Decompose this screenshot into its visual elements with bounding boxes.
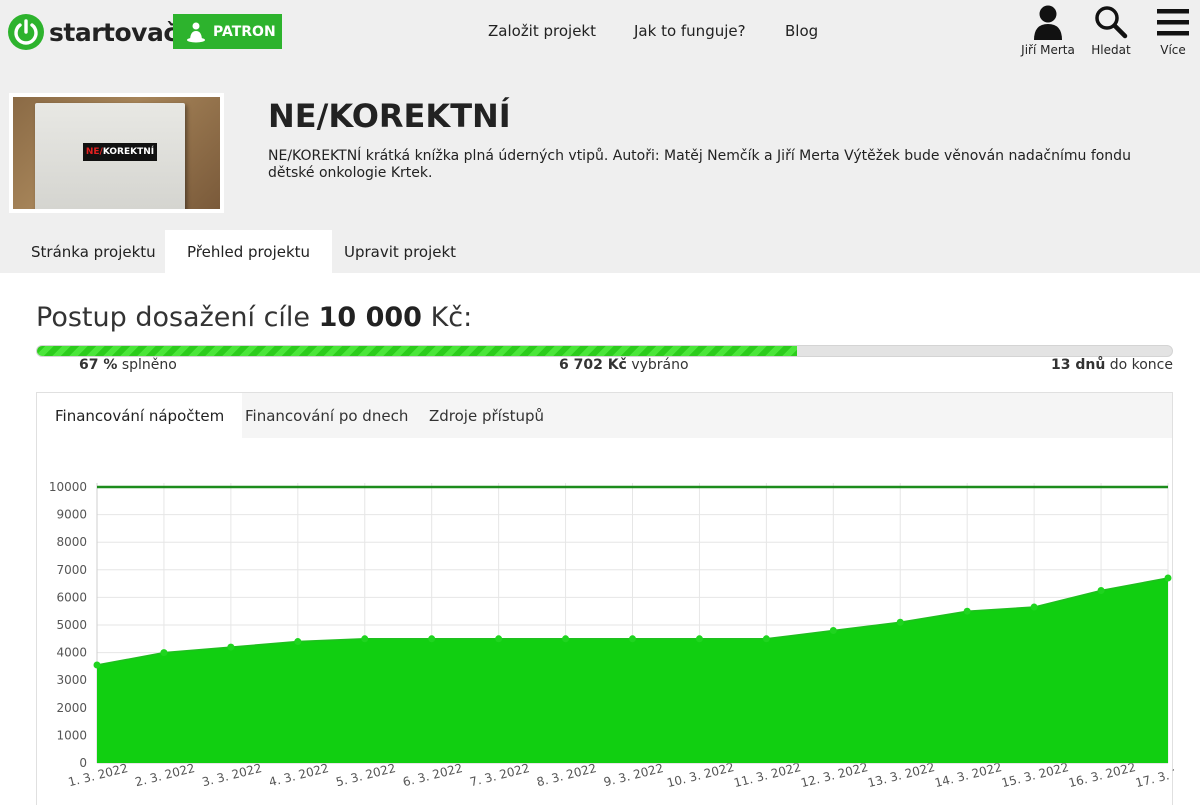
top-bar: startovač PATRON Založit projekt Jak to … [0,0,1200,65]
days-value: 13 dnů [1050,357,1106,373]
project-header: NE/KOREKTNÍ NE/KOREKTNÍ NE/KOREKTNÍ krát… [0,65,1200,230]
data-point [495,635,503,643]
x-tick-label: 7. 3. 2022 [468,761,531,789]
data-point [227,643,235,651]
search-icon [1095,6,1128,39]
brand-name: startovač [49,17,178,47]
book-label-white: KOREKTNÍ [102,147,155,157]
days-label: do konce [1109,357,1173,373]
data-point [428,635,436,643]
percent-value: 67 % [79,357,118,373]
user-menu[interactable]: Jiří Merta [1018,4,1078,57]
data-point [963,607,971,615]
x-tick-label: 11. 3. 2022 [732,760,802,790]
project-image: NE/KOREKTNÍ [13,97,220,209]
data-point [1097,587,1105,594]
progress-raised: 6 702 Kč vybráno [559,357,689,373]
y-tick-label: 4000 [56,646,87,660]
book-label: NE/KOREKTNÍ [83,143,157,161]
data-point [361,635,369,643]
user-icon [1034,5,1062,40]
x-tick-label: 14. 3. 2022 [933,760,1003,790]
funding-chart-panel: Financování nápočtem Financování po dnec… [36,392,1174,805]
data-point [629,635,636,643]
x-tick-label: 16. 3. 2022 [1067,760,1137,790]
x-tick-label: 17. 3. 2022 [1134,760,1174,790]
goal-heading: Postup dosažení cíle 10 000 Kč: [36,302,472,333]
x-tick-label: 9. 3. 2022 [602,761,665,789]
data-point [160,649,168,657]
progress-bar [36,345,1173,357]
tab-edit-project[interactable]: Upravit projekt [322,230,478,273]
book-label-red: NE/ [85,147,103,157]
power-icon [8,14,44,50]
goal-amount: 10 000 [318,302,422,333]
search-button[interactable]: Hledat [1086,4,1136,57]
raised-value: 6 702 Kč [559,357,627,373]
data-point [93,661,101,669]
hamburger-icon [1157,9,1189,36]
percent-label: splněno [121,357,177,373]
patron-button[interactable]: PATRON [173,14,282,49]
project-tabs: Stránka projektu Přehled projektu Upravi… [0,230,1200,273]
project-title: NE/KOREKTNÍ [268,97,511,135]
progress-fill [37,346,798,356]
y-tick-label: 2000 [56,701,87,715]
y-tick-label: 8000 [56,535,87,549]
patron-label: PATRON [213,23,276,40]
data-point [762,635,770,643]
more-label: Více [1160,43,1186,57]
x-tick-label: 6. 3. 2022 [401,761,464,789]
tab-project-overview[interactable]: Přehled projektu [165,230,333,273]
y-tick-label: 1000 [56,728,87,742]
nav-how-it-works[interactable]: Jak to funguje? [634,22,746,40]
x-tick-label: 2. 3. 2022 [134,761,197,789]
data-point [829,627,837,635]
user-name: Jiří Merta [1021,43,1075,57]
data-point [896,618,904,626]
y-tick-label: 9000 [56,508,87,522]
patron-icon [187,22,205,42]
x-tick-label: 4. 3. 2022 [268,761,331,789]
progress-days-left: 13 dnů do konce [1051,357,1173,373]
y-tick-label: 3000 [56,673,87,687]
data-point [562,635,570,643]
nav-blog[interactable]: Blog [785,22,818,40]
project-description: NE/KOREKTNÍ krátká knížka plná úderných … [268,148,1131,181]
book-cover: NE/KOREKTNÍ [35,103,185,209]
search-label: Hledat [1091,43,1131,57]
data-point [695,635,703,643]
y-tick-label: 0 [79,756,87,770]
progress-percent: 67 % splněno [79,357,177,373]
nav-create-project[interactable]: Založit projekt [488,22,596,40]
x-tick-label: 10. 3. 2022 [665,760,735,790]
x-tick-label: 13. 3. 2022 [866,760,936,790]
data-point [294,638,302,646]
goal-heading-prefix: Postup dosažení cíle [36,302,311,333]
raised-label: vybráno [631,357,689,373]
x-tick-label: 12. 3. 2022 [799,760,869,790]
funding-chart: 0 1000 2000 3000 4000 5000 6000 7000 8000 9000 100… [49,480,1174,790]
y-tick-label: 5000 [56,618,87,632]
tab-project-page[interactable]: Stránka projektu [9,230,178,273]
goal-heading-suffix: Kč: [430,302,473,333]
y-tick-label: 10000 [49,480,87,494]
x-tick-label: 1. 3. 2022 [67,761,130,789]
y-tick-label: 6000 [56,590,87,604]
y-tick-label: 7000 [56,563,87,577]
x-tick-label: 3. 3. 2022 [201,761,264,789]
data-point [1030,603,1038,611]
startovac-logo[interactable]: startovač [8,12,178,52]
project-thumbnail[interactable]: NE/KOREKTNÍ [9,93,224,213]
data-point [1164,574,1172,582]
x-tick-label: 5. 3. 2022 [334,761,397,789]
x-tick-label: 8. 3. 2022 [535,761,598,789]
more-menu-button[interactable]: Více [1150,4,1196,57]
x-tick-label: 15. 3. 2022 [1000,760,1070,790]
